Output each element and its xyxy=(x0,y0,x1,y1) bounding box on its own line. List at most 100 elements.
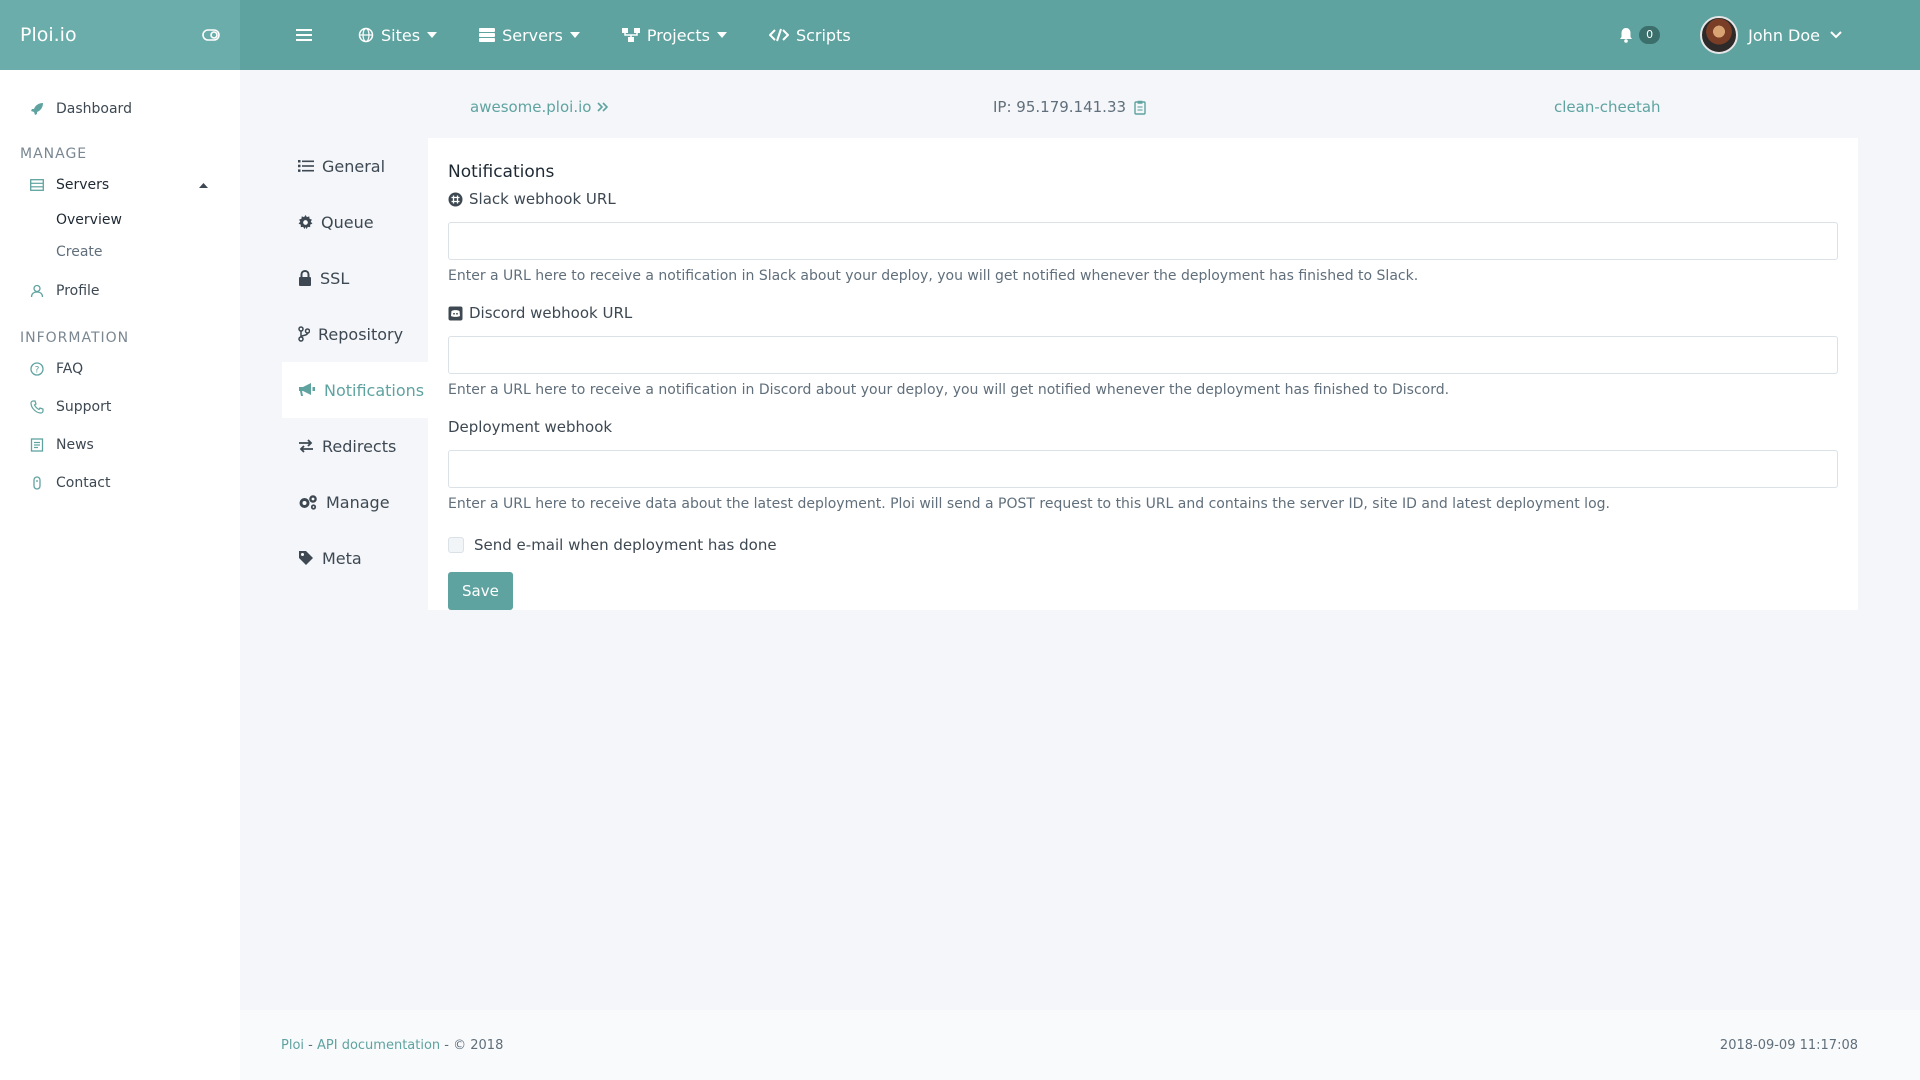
discord-webhook-group: Discord webhook URL Enter a URL here to … xyxy=(448,302,1838,398)
caret-down-icon xyxy=(427,32,438,38)
nav-projects-label: Projects xyxy=(646,25,710,45)
site-link-label: awesome.ploi.io xyxy=(470,98,592,116)
tab-label: Queue xyxy=(321,212,374,232)
sitemap-icon xyxy=(621,28,640,42)
top-navigation: Sites Servers Projects Scripts xyxy=(240,0,893,70)
nav-sites[interactable]: Sites xyxy=(358,25,438,45)
tab-queue[interactable]: Queue xyxy=(282,194,428,250)
tab-label: Notifications xyxy=(324,380,425,400)
tab-label: Redirects xyxy=(322,436,397,456)
user-icon xyxy=(30,284,44,298)
sidebar: Dashboard MANAGE Servers Overview Create… xyxy=(0,70,240,1080)
email-notification-row: Send e-mail when deployment has done xyxy=(448,536,1838,554)
sidebar-item-faq[interactable]: ? FAQ xyxy=(0,350,240,388)
nav-scripts-label: Scripts xyxy=(795,25,851,45)
footer-ploi-link[interactable]: Ploi xyxy=(281,1038,304,1053)
footer-copyright: - © 2018 xyxy=(440,1037,504,1053)
tab-label: Meta xyxy=(322,548,362,568)
nav-projects[interactable]: Projects xyxy=(621,25,727,45)
discord-icon xyxy=(448,306,463,321)
footer-timestamp: 2018-09-09 11:17:08 xyxy=(1719,1037,1858,1053)
brand-area: Ploi.io xyxy=(0,0,240,70)
server-link[interactable]: clean-cheetah xyxy=(1554,98,1661,116)
sidebar-subitem-create[interactable]: Create xyxy=(0,236,240,268)
nav-scripts[interactable]: Scripts xyxy=(768,25,851,45)
exchange-icon xyxy=(298,439,314,453)
sidebar-item-news[interactable]: News xyxy=(0,426,240,464)
save-button[interactable]: Save xyxy=(448,572,513,610)
sidebar-heading-information: INFORMATION xyxy=(20,330,130,346)
discord-webhook-input[interactable] xyxy=(448,336,1838,374)
sidebar-item-label: Servers xyxy=(56,177,110,193)
nav-sites-label: Sites xyxy=(381,25,421,45)
footer: Ploi - API documentation - © 2018 2018-0… xyxy=(240,1010,1920,1080)
caret-up-icon xyxy=(199,182,208,188)
user-menu[interactable]: John Doe xyxy=(1700,16,1842,54)
sidebar-item-label: Dashboard xyxy=(56,101,132,117)
avatar xyxy=(1700,16,1739,54)
tab-notifications[interactable]: Notifications xyxy=(282,362,428,418)
contact-icon xyxy=(30,476,44,490)
deployment-webhook-input[interactable] xyxy=(448,450,1838,488)
footer-api-docs-link[interactable]: API documentation xyxy=(317,1038,440,1053)
caret-down-icon xyxy=(716,32,727,38)
tab-general[interactable]: General xyxy=(282,138,428,194)
user-name: John Doe xyxy=(1748,25,1820,45)
footer-left: Ploi - API documentation - © 2018 xyxy=(281,1038,503,1053)
notifications-panel: Notifications Slack webhook URL Enter a … xyxy=(428,138,1858,610)
phone-icon xyxy=(30,400,44,414)
site-link[interactable]: awesome.ploi.io xyxy=(470,98,609,116)
notifications-button[interactable]: 0 xyxy=(1619,26,1661,44)
bell-icon xyxy=(1619,27,1633,43)
email-notification-checkbox[interactable] xyxy=(448,537,464,553)
sidebar-item-label: Contact xyxy=(56,475,111,491)
bullhorn-icon xyxy=(298,382,316,398)
sidebar-item-servers[interactable]: Servers xyxy=(0,166,240,204)
toggle-sidebar-icon[interactable] xyxy=(202,29,220,41)
sidebar-subitem-overview[interactable]: Overview xyxy=(0,204,240,236)
gear-icon xyxy=(298,214,313,230)
brand-title[interactable]: Ploi.io xyxy=(20,24,77,46)
globe-icon xyxy=(358,27,374,43)
server-icon xyxy=(30,179,44,191)
tag-icon xyxy=(298,550,314,566)
code-icon xyxy=(768,28,789,42)
slack-webhook-input[interactable] xyxy=(448,222,1838,260)
double-chevron-right-icon xyxy=(597,101,609,113)
tab-manage[interactable]: Manage xyxy=(282,474,428,530)
clipboard-icon[interactable] xyxy=(1134,100,1146,115)
slack-webhook-label-text: Slack webhook URL xyxy=(469,190,616,208)
slack-webhook-label: Slack webhook URL xyxy=(448,188,1838,210)
slack-icon xyxy=(448,192,463,207)
server-ip: IP: 95.179.141.33 xyxy=(993,98,1146,116)
tab-label: General xyxy=(322,156,386,176)
tab-ssl[interactable]: SSL xyxy=(282,250,428,306)
tab-label: Repository xyxy=(318,324,404,344)
top-right-area: 0 John Doe xyxy=(1619,16,1920,54)
nav-servers[interactable]: Servers xyxy=(479,26,580,45)
sidebar-item-contact[interactable]: Contact xyxy=(0,464,240,502)
newspaper-icon xyxy=(30,438,44,452)
site-info-bar: awesome.ploi.io IP: 95.179.141.33 clean-… xyxy=(240,98,1920,122)
sidebar-item-label: Support xyxy=(56,399,112,415)
slack-webhook-help: Enter a URL here to receive a notificati… xyxy=(448,268,1419,284)
sidebar-item-dashboard[interactable]: Dashboard xyxy=(0,90,240,128)
tab-meta[interactable]: Meta xyxy=(282,530,428,586)
sidebar-item-support[interactable]: Support xyxy=(0,388,240,426)
email-notification-label[interactable]: Send e-mail when deployment has done xyxy=(474,536,777,554)
question-circle-icon: ? xyxy=(30,362,44,376)
deployment-webhook-label: Deployment webhook xyxy=(448,418,613,436)
hamburger-menu-icon[interactable] xyxy=(296,28,312,42)
cogs-icon xyxy=(298,494,318,510)
tab-redirects[interactable]: Redirects xyxy=(282,418,428,474)
sidebar-item-profile[interactable]: Profile xyxy=(0,272,240,310)
sidebar-heading-manage: MANAGE xyxy=(20,146,88,162)
lock-icon xyxy=(298,270,312,286)
tab-repository[interactable]: Repository xyxy=(282,306,428,362)
slack-webhook-group: Slack webhook URL Enter a URL here to re… xyxy=(448,188,1838,284)
chevron-down-icon xyxy=(1830,31,1842,39)
server-ip-label: IP: 95.179.141.33 xyxy=(993,98,1127,116)
discord-webhook-label-text: Discord webhook URL xyxy=(469,304,633,322)
list-icon xyxy=(298,159,314,173)
panel-title: Notifications xyxy=(448,162,555,182)
